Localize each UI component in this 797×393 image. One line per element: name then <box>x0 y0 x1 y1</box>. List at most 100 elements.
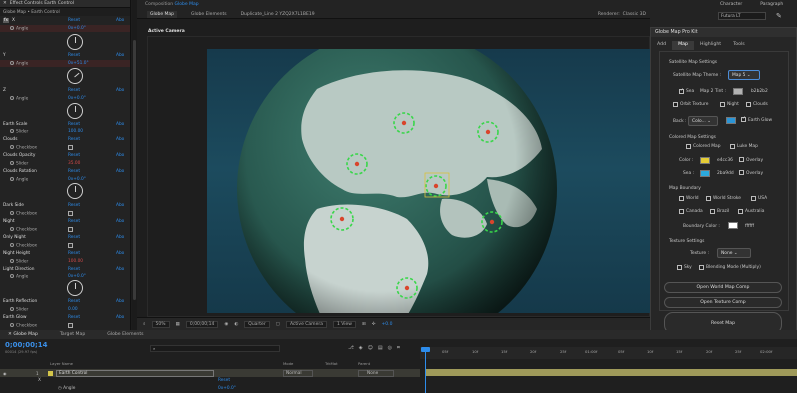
stopwatch-icon[interactable] <box>10 176 14 181</box>
subtab-globe-map[interactable]: Globe Map <box>147 10 178 18</box>
param-only-night-checkbox[interactable]: Checkbox <box>0 242 130 249</box>
layer-duration-bar[interactable] <box>426 369 797 376</box>
comp-flowchart-icon[interactable]: ⎇ <box>348 345 354 351</box>
param-night-checkbox[interactable]: Checkbox <box>0 226 130 233</box>
timeline-search-input[interactable]: ⌕ <box>150 345 280 352</box>
resolution-select[interactable]: Quarter <box>244 320 270 328</box>
world-checkbox[interactable] <box>679 196 684 201</box>
color-icon[interactable]: ◐ <box>234 322 238 327</box>
timecode-field[interactable]: 0;00;00;14 <box>185 320 219 328</box>
col-mode[interactable]: Mode <box>283 361 293 366</box>
param-y-angle[interactable]: Angle 0x+51.0° <box>0 60 130 68</box>
angle-row[interactable]: ◷ Angle <box>58 386 75 391</box>
stopwatch-icon[interactable] <box>10 128 14 133</box>
param-night[interactable]: Night Reset Abo <box>0 218 130 225</box>
about-link[interactable]: Abo <box>116 18 124 23</box>
frame-blend-icon[interactable]: ▤ <box>378 345 383 351</box>
param-clouds-opacity[interactable]: Clouds Opacity Reset Abo <box>0 152 130 159</box>
color-swatch[interactable] <box>700 157 710 164</box>
tab-map[interactable]: Map <box>672 41 694 50</box>
param-clouds[interactable]: Clouds Reset Abo <box>0 136 130 143</box>
zoom-select[interactable]: 50% <box>151 320 170 328</box>
param-clouds-opacity-slider[interactable]: Slider 35.00 <box>0 160 130 167</box>
fx-row[interactable]: X <box>38 378 41 383</box>
blending-mode-checkbox[interactable] <box>699 265 704 270</box>
stopwatch-icon[interactable] <box>10 60 14 65</box>
grid-icon[interactable]: ▦ <box>176 322 180 327</box>
layer-row-earth-control[interactable]: ◉ 1 Earth Control Normal None <box>0 369 420 377</box>
current-time-indicator[interactable] <box>425 347 427 393</box>
colored-map-checkbox[interactable] <box>686 144 691 149</box>
subtab-duplicate-line[interactable]: Duplicate_Line 2 YZQ2X7L1BE19 <box>241 12 315 17</box>
stopwatch-icon[interactable] <box>10 258 14 263</box>
stopwatch-icon[interactable] <box>10 95 14 100</box>
view-layout-select[interactable]: 1 View <box>332 320 356 328</box>
stopwatch-icon[interactable] <box>10 242 14 247</box>
clouds-checkbox[interactable] <box>746 102 751 107</box>
reset-link[interactable]: Reset <box>68 18 80 23</box>
shy-icon[interactable]: ☺ <box>368 345 373 351</box>
canada-checkbox[interactable] <box>679 209 684 214</box>
param-clouds-checkbox[interactable]: Checkbox <box>0 144 130 151</box>
subtab-globe-elements[interactable]: Globe Elements <box>191 12 227 17</box>
scrollbar-thumb[interactable] <box>133 40 136 300</box>
night-checkbox[interactable] <box>720 102 725 107</box>
checkbox[interactable] <box>68 243 73 248</box>
exposure-value[interactable]: +0.0 <box>382 322 393 327</box>
reset-exposure-icon[interactable]: ✣ <box>372 322 376 327</box>
tab-add[interactable]: Add <box>651 41 672 50</box>
sea-checkbox[interactable] <box>679 88 684 94</box>
angle-dial[interactable] <box>67 183 83 199</box>
australia-checkbox[interactable] <box>738 209 743 214</box>
playhead-handle[interactable] <box>421 347 430 352</box>
layer-parent-select[interactable]: None <box>358 369 394 377</box>
timeline-tab-target-map[interactable]: Target Map <box>60 332 85 337</box>
param-x[interactable]: fx X Reset Abo <box>0 17 130 24</box>
tab-character[interactable]: Character <box>720 2 742 7</box>
tab-highlight[interactable]: Highlight <box>694 41 727 50</box>
composition-tab[interactable]: Composition Globe Map <box>137 0 650 9</box>
tint-swatch[interactable] <box>733 88 743 95</box>
draft-3d-icon[interactable]: ◈ <box>359 345 363 351</box>
stopwatch-icon[interactable] <box>10 144 14 149</box>
open-world-map-comp-button[interactable]: Open World Map Comp <box>664 282 782 293</box>
sky-checkbox[interactable] <box>677 265 682 270</box>
eyedropper-icon[interactable]: ✎ <box>776 12 782 20</box>
param-only-night[interactable]: Only Night Reset Abo <box>0 234 130 241</box>
param-x-angle[interactable]: Angle 0x+0.0° <box>0 25 130 33</box>
usa-checkbox[interactable] <box>751 196 756 201</box>
checkbox[interactable] <box>68 145 73 150</box>
param-earth-glow[interactable]: Earth Glow Reset Abo <box>0 314 130 321</box>
open-texture-comp-button[interactable]: Open Texture Comp <box>664 297 782 308</box>
tab-paragraph[interactable]: Paragraph <box>760 2 783 7</box>
timeline-tab-globe-map[interactable]: ✕ Globe Map <box>8 332 38 337</box>
luke-map-checkbox[interactable] <box>730 144 735 149</box>
brazil-checkbox[interactable] <box>710 209 715 214</box>
param-z-angle[interactable]: Angle 0x+0.0° <box>0 95 130 102</box>
layer-name[interactable]: Earth Control <box>56 369 214 377</box>
angle-dial[interactable] <box>67 103 83 119</box>
satellite-theme-select[interactable]: Map 5 ⌄ <box>728 70 760 80</box>
font-select[interactable]: Futura LT <box>718 12 766 20</box>
comp-canvas[interactable] <box>207 49 650 313</box>
col-parent[interactable]: Parent <box>358 361 370 366</box>
boundary-color-swatch[interactable] <box>728 222 738 229</box>
overlay-1-checkbox[interactable] <box>739 157 744 162</box>
param-light-direction-angle[interactable]: Angle 0x+0.0° <box>0 273 130 280</box>
stopwatch-icon[interactable]: ◷ <box>58 386 62 391</box>
param-earth-reflection[interactable]: Earth Reflection Reset Abo <box>0 298 130 305</box>
checkbox[interactable] <box>68 211 73 216</box>
sea-color-swatch[interactable] <box>700 170 710 177</box>
back-color-swatch[interactable] <box>726 117 736 124</box>
graph-editor-icon[interactable]: ⌗ <box>397 345 400 351</box>
overlay-2-checkbox[interactable] <box>739 170 744 175</box>
param-z[interactable]: Z Reset Abo <box>0 87 130 94</box>
effect-controls-tab[interactable]: Effect Controls Earth Control <box>10 1 74 6</box>
checkbox[interactable] <box>68 227 73 232</box>
texture-select[interactable]: None ⌄ <box>717 248 751 258</box>
param-clouds-rotation-angle[interactable]: Angle 0x+0.0° <box>0 176 130 183</box>
stopwatch-icon[interactable] <box>10 306 14 311</box>
param-clouds-rotation[interactable]: Clouds Rotation Reset Abo <box>0 168 130 175</box>
param-earth-scale-slider[interactable]: Slider 100.00 <box>0 128 130 135</box>
camera-select[interactable]: Active Camera <box>285 320 327 328</box>
